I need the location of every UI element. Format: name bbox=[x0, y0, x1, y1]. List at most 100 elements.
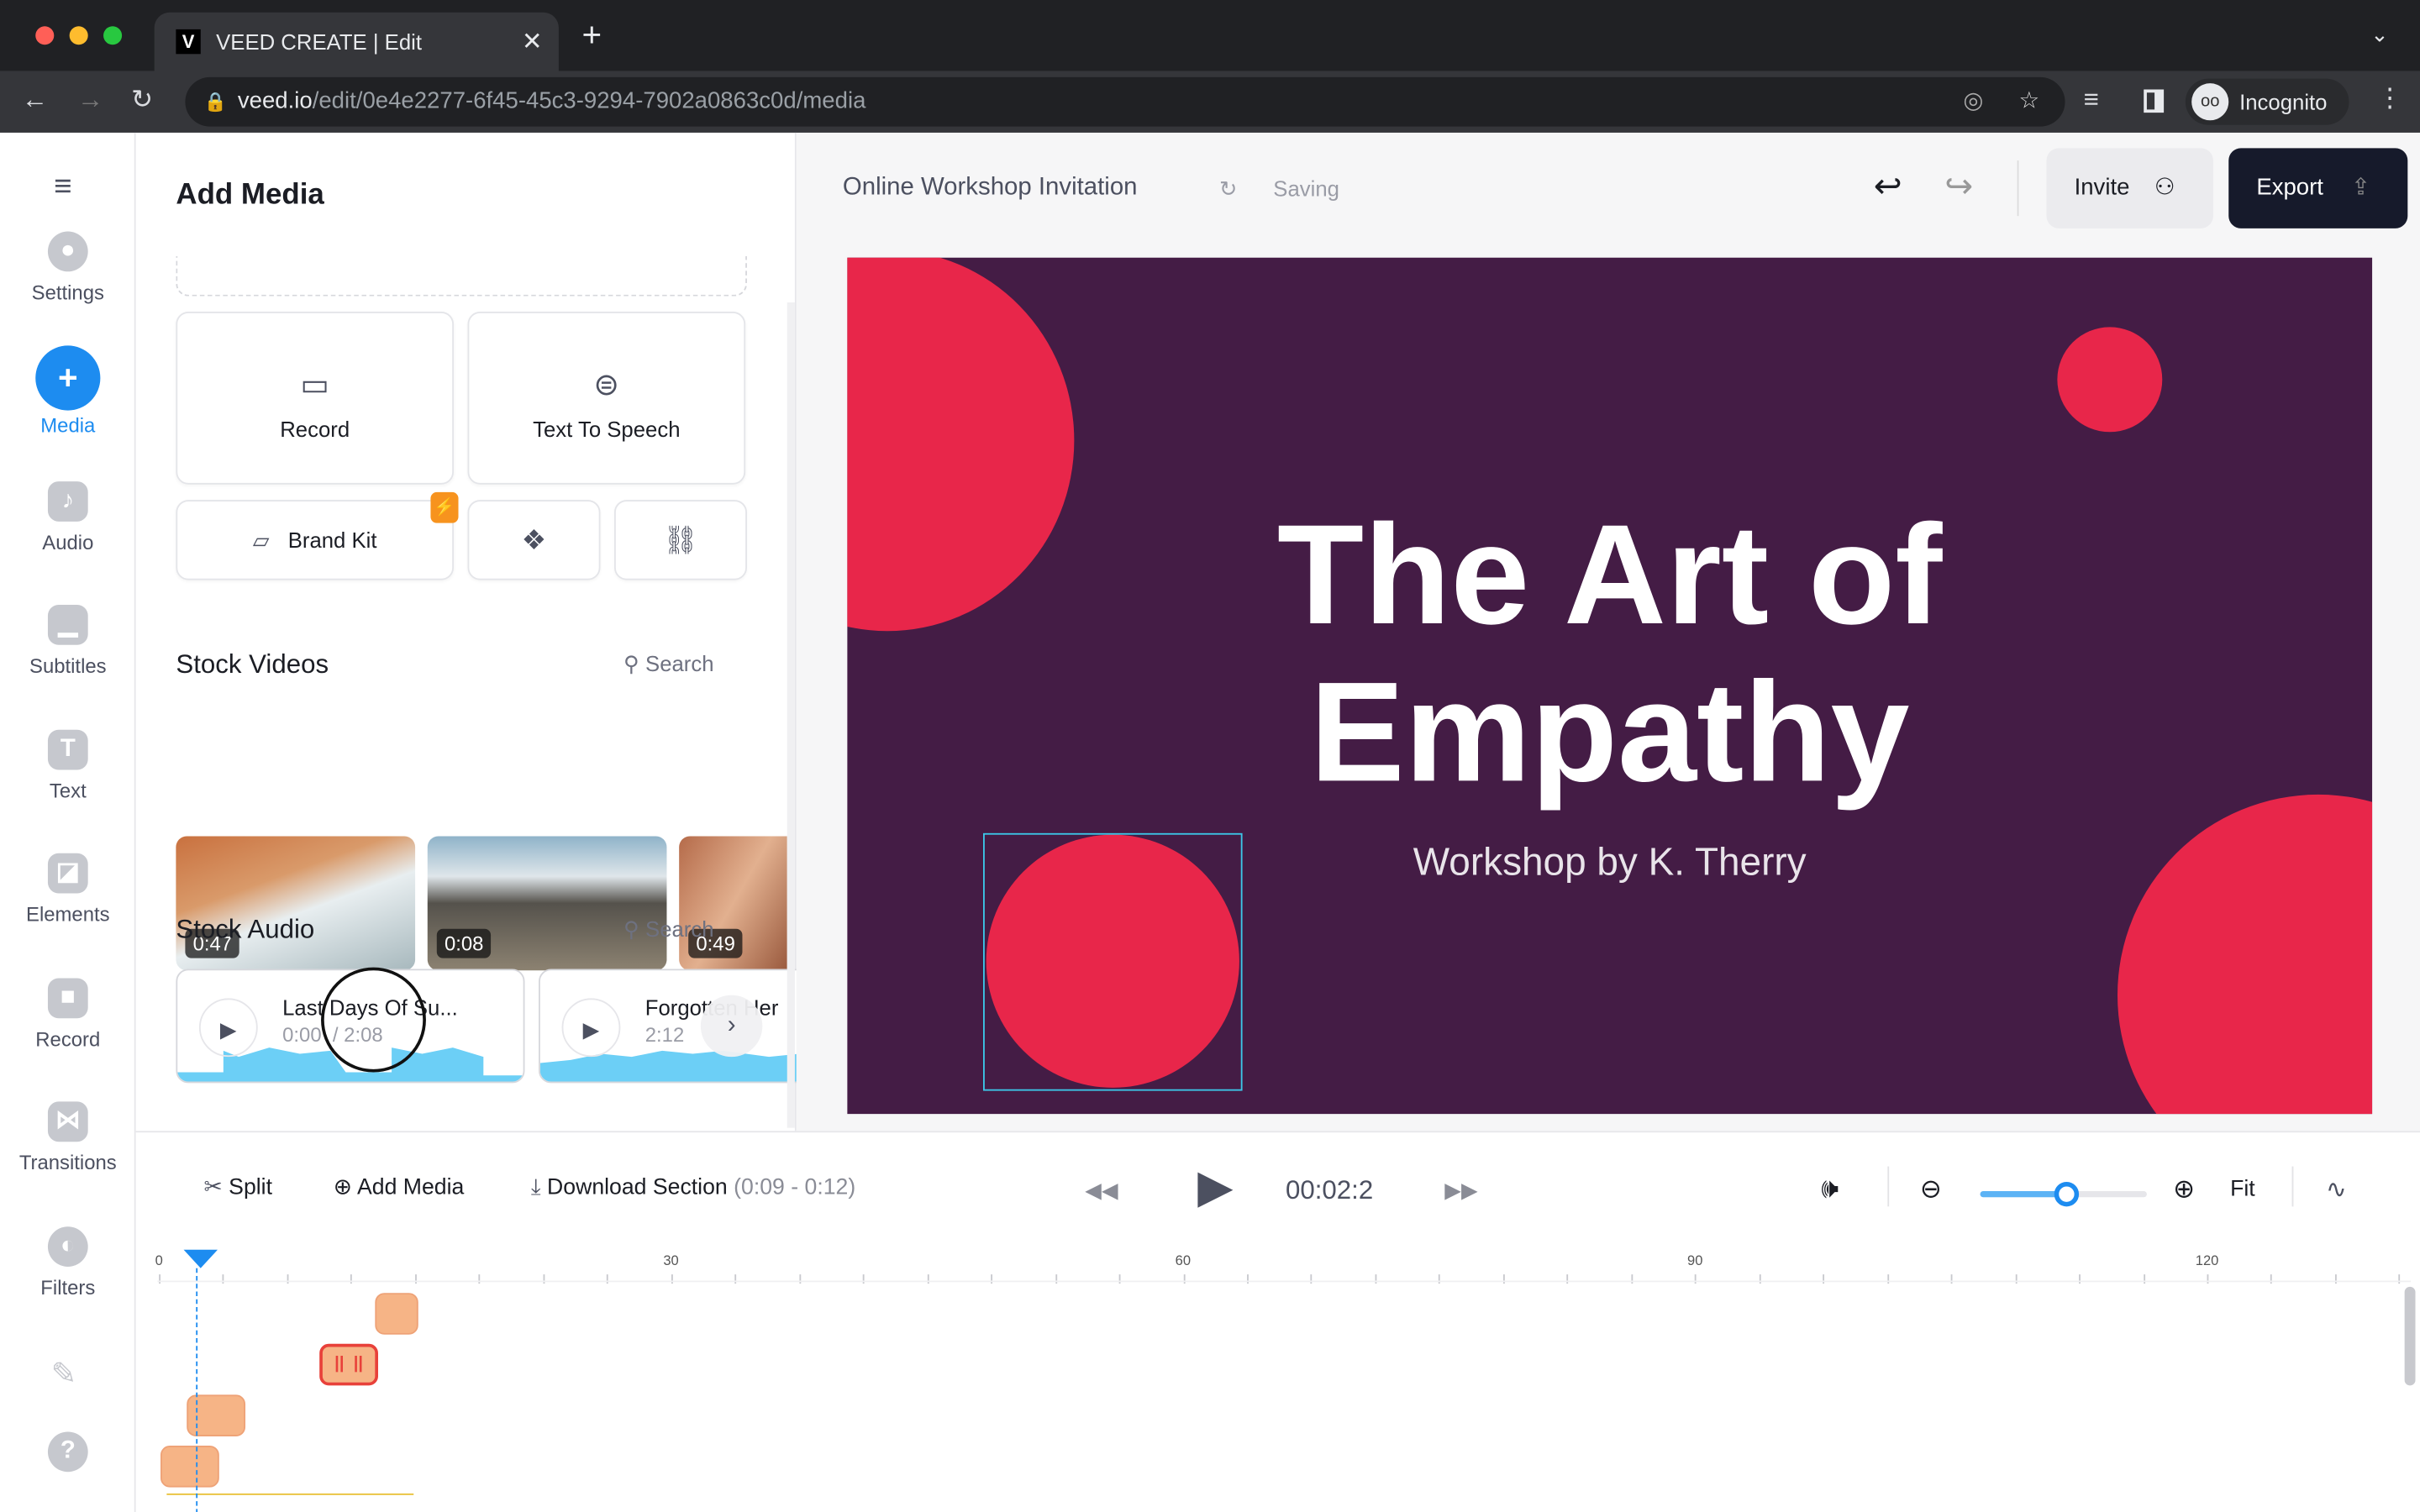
nav-record[interactable]: ■ Record bbox=[0, 978, 136, 1051]
close-window-button[interactable] bbox=[35, 26, 55, 45]
nav-audio[interactable]: ♪ Audio bbox=[0, 481, 136, 554]
ruler-tick bbox=[1631, 1274, 1633, 1284]
menu-dots-icon[interactable]: ⋮ bbox=[2377, 83, 2403, 114]
carousel-next-icon[interactable]: › bbox=[700, 995, 763, 1058]
media-control-icon[interactable]: ≡ bbox=[2084, 85, 2099, 116]
ruler-tick bbox=[1118, 1274, 1121, 1284]
timeline-clip[interactable] bbox=[375, 1293, 418, 1335]
nav-transitions[interactable]: ⋈ Transitions bbox=[0, 1101, 136, 1174]
nav-text[interactable]: T Text bbox=[0, 729, 136, 802]
panel-scrollbar[interactable] bbox=[786, 302, 795, 1128]
add-user-icon: ⚇ bbox=[2154, 174, 2175, 201]
browser-tab-bar: V VEED CREATE | Edit ✕ + ⌄ bbox=[0, 0, 2420, 71]
fast-forward-icon[interactable]: ▶▶ bbox=[1444, 1177, 1478, 1203]
eye-off-icon[interactable]: ◎ bbox=[1963, 77, 1983, 127]
rewind-icon[interactable]: ◀◀ bbox=[1085, 1177, 1118, 1203]
cursor-highlight bbox=[321, 967, 426, 1073]
hamburger-icon[interactable]: ≡ bbox=[54, 170, 71, 205]
zoom-slider-handle[interactable] bbox=[2054, 1181, 2080, 1207]
waveform-toggle-icon[interactable]: ∿ bbox=[2326, 1174, 2347, 1205]
ruler-tick bbox=[223, 1274, 225, 1284]
headline[interactable]: The Art of Empathy bbox=[847, 496, 2372, 811]
play-icon[interactable]: ▶ bbox=[1197, 1160, 1233, 1214]
incognito-profile[interactable]: oo Incognito bbox=[2185, 78, 2349, 125]
ruler-tick bbox=[1886, 1274, 1889, 1284]
maximize-window-button[interactable] bbox=[103, 26, 123, 45]
project-title[interactable]: Online Workshop Invitation bbox=[843, 175, 1138, 202]
export-button[interactable]: Export ⇪ bbox=[2228, 148, 2408, 228]
new-tab-icon[interactable]: + bbox=[581, 18, 602, 52]
ruler-tick bbox=[1950, 1274, 1953, 1284]
subheadline[interactable]: Workshop by K. Therry bbox=[847, 841, 2372, 885]
tab-list-chevron-icon[interactable]: ⌄ bbox=[2370, 22, 2389, 48]
video-canvas[interactable]: The Art of Empathy Workshop by K. Therry bbox=[847, 257, 2373, 1115]
link-button[interactable]: ⛓ bbox=[614, 500, 747, 580]
split-button[interactable]: ✂ Split bbox=[203, 1176, 272, 1200]
tab-title: VEED CREATE | Edit bbox=[216, 29, 423, 55]
current-time: 00:02:2 bbox=[1286, 1175, 1374, 1205]
star-icon[interactable]: ☆ bbox=[2018, 77, 2039, 127]
ruler-tick bbox=[1439, 1274, 1441, 1284]
nav-settings[interactable]: ● Settings bbox=[0, 231, 136, 304]
stock-audio-item[interactable]: ▶ Forgotten Her 2:12 › bbox=[539, 969, 802, 1084]
undo-icon[interactable]: ↩ bbox=[1874, 166, 1902, 207]
add-media-panel: Add Media ▭ Record ⊜ Text To Speech ▱ Bra… bbox=[135, 132, 802, 1131]
ruler-tick bbox=[991, 1274, 993, 1284]
help-icon[interactable]: ? bbox=[47, 1431, 88, 1473]
stock-videos-search[interactable]: ⚲ Search bbox=[623, 651, 713, 677]
stock-audio-search[interactable]: ⚲ Search bbox=[623, 916, 713, 942]
nav-subtitles[interactable]: ▁ Subtitles bbox=[0, 605, 136, 677]
ruler-tick bbox=[1182, 1274, 1185, 1284]
text-icon: T bbox=[47, 729, 88, 770]
download-section-button[interactable]: ⤓ Download Section (0:09 - 0:12) bbox=[531, 1176, 855, 1200]
ruler-tick bbox=[927, 1274, 929, 1284]
ruler-tick bbox=[798, 1274, 801, 1284]
search-icon: ⚲ bbox=[623, 651, 646, 676]
nav-label: Settings bbox=[31, 281, 104, 304]
upload-dropzone[interactable] bbox=[176, 255, 747, 297]
side-panel-icon[interactable] bbox=[2144, 89, 2165, 113]
divider bbox=[2017, 160, 2019, 217]
ruler-tick bbox=[2334, 1274, 2337, 1284]
stock-video-thumbnail[interactable]: 0:08 bbox=[427, 836, 667, 971]
red-circle-shape[interactable] bbox=[2057, 327, 2163, 433]
redo-icon[interactable]: ↪ bbox=[1944, 166, 1973, 207]
stock-video-thumbnail[interactable]: 0:47 bbox=[176, 836, 416, 971]
nav-elements[interactable]: ◪ Elements bbox=[0, 853, 136, 926]
reload-icon[interactable]: ↻ bbox=[131, 85, 153, 116]
volume-icon[interactable]: 🕪 bbox=[1821, 1173, 1839, 1205]
ruler-tick bbox=[1695, 1274, 1697, 1284]
minimize-window-button[interactable] bbox=[69, 26, 88, 45]
subtitles-icon: ▁ bbox=[47, 605, 88, 645]
play-button[interactable]: ▶ bbox=[561, 998, 621, 1058]
pencil-icon[interactable]: ✎ bbox=[51, 1355, 77, 1394]
timeline-clip-selected[interactable]: || || bbox=[319, 1343, 379, 1386]
add-media-button[interactable]: ⊕ Add Media bbox=[334, 1176, 465, 1200]
invite-button[interactable]: Invite ⚇ bbox=[2046, 148, 2213, 228]
zoom-out-icon[interactable]: ⊖ bbox=[1920, 1174, 1942, 1205]
browser-tab[interactable]: V VEED CREATE | Edit ✕ bbox=[154, 12, 559, 71]
zoom-slider[interactable] bbox=[1980, 1181, 2147, 1207]
record-button[interactable]: ▭ Record bbox=[176, 312, 455, 485]
dropbox-button[interactable]: ❖ bbox=[467, 500, 601, 580]
nav-filters[interactable]: ◐ Filters bbox=[0, 1226, 136, 1299]
stock-video-thumbnail[interactable]: 0:49 bbox=[679, 836, 787, 971]
profile-label: Incognito bbox=[2239, 89, 2328, 114]
url-input[interactable]: 🔒 veed.io/edit/0e4e2277-6f45-45c3-9294-7… bbox=[185, 76, 2065, 127]
brand-kit-button[interactable]: ▱ Brand Kit ⚡ bbox=[176, 491, 459, 580]
play-button[interactable]: ▶ bbox=[198, 998, 258, 1058]
divider bbox=[2291, 1166, 2294, 1207]
forward-icon[interactable]: → bbox=[77, 85, 103, 116]
playhead-handle[interactable] bbox=[183, 1249, 218, 1268]
back-icon[interactable]: ← bbox=[22, 85, 48, 116]
timeline-clip[interactable] bbox=[160, 1446, 219, 1488]
text-to-speech-button[interactable]: ⊜ Text To Speech bbox=[467, 312, 746, 485]
panel-title: Add Media bbox=[176, 179, 324, 212]
zoom-in-icon[interactable]: ⊕ bbox=[2173, 1174, 2195, 1205]
timeline-scrollbar[interactable] bbox=[2404, 1286, 2416, 1386]
nav-media[interactable]: + Media bbox=[0, 345, 136, 437]
add-media-label: Add Media bbox=[357, 1175, 465, 1200]
ruler-tick bbox=[734, 1274, 737, 1284]
close-tab-icon[interactable]: ✕ bbox=[522, 26, 543, 57]
fit-button[interactable]: Fit bbox=[2230, 1177, 2255, 1201]
